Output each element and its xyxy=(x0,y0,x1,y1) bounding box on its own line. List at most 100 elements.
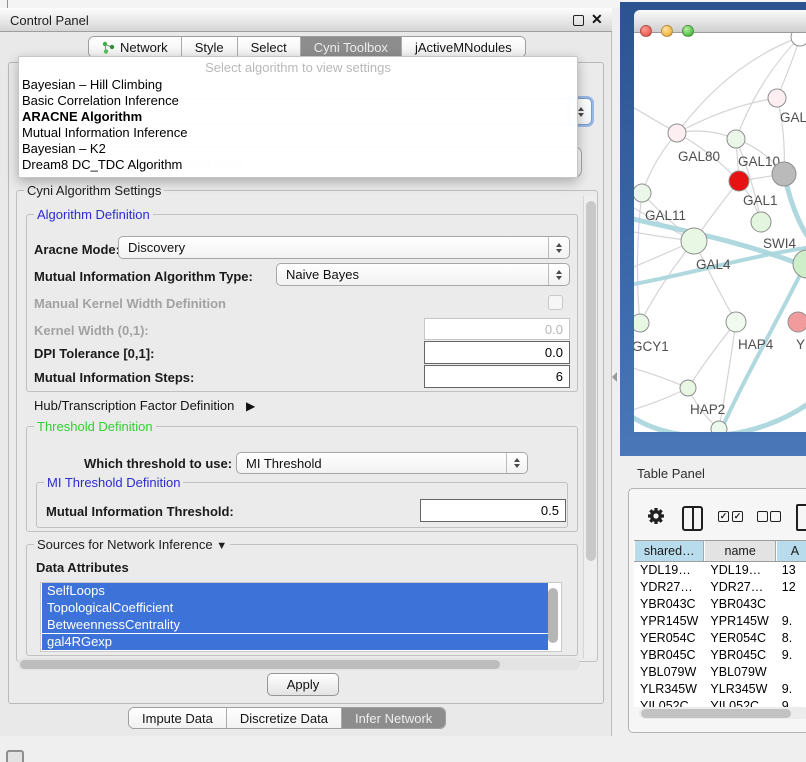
table-cell xyxy=(776,664,806,681)
combobox-arrows-icon[interactable] xyxy=(548,264,569,285)
network-node-hap2[interactable] xyxy=(680,380,696,396)
network-graph-canvas[interactable]: GALGAL80GAL10GAL1GAL11SWI4GAL4HAP4YGCY1H… xyxy=(634,33,806,432)
network-node-label: HAP4 xyxy=(738,337,774,352)
data-attribute-item-gal4rgexp[interactable]: gal4RGexp xyxy=(42,634,548,651)
tab-network[interactable]: Network xyxy=(89,37,182,57)
table-cell: YBR043C xyxy=(634,596,704,613)
data-attribute-item-topologicalcoefficient[interactable]: TopologicalCoefficient xyxy=(42,600,548,617)
expander-collapsed-icon[interactable]: ▶ xyxy=(246,399,255,413)
float-window-icon[interactable] xyxy=(573,15,584,26)
algorithm-option-bayesian-hill-climbing[interactable]: Bayesian – Hill Climbing xyxy=(19,77,577,93)
tab-jactivemnodules[interactable]: jActiveMNodules xyxy=(402,37,525,57)
list-scrollbar-thumb[interactable] xyxy=(548,588,558,643)
manual-kernel-width-checkbox[interactable] xyxy=(548,295,563,310)
mi-steps-label: Mutual Information Steps: xyxy=(34,370,194,385)
aracne-mode-combobox[interactable]: Discovery xyxy=(118,236,570,259)
table-row[interactable]: YBR045CYBR045C9. xyxy=(634,647,806,664)
kernel-width-field[interactable]: 0.0 xyxy=(424,318,570,340)
combobox-arrows-icon[interactable] xyxy=(548,237,569,258)
network-node-gcy1[interactable] xyxy=(634,314,649,332)
mi-threshold-definition-title: MI Threshold Definition xyxy=(44,475,183,490)
tab-label: Network xyxy=(120,40,168,55)
select-all-checkbox-icon[interactable]: ✓ xyxy=(718,511,729,522)
mi-threshold-field[interactable]: 0.5 xyxy=(420,499,566,522)
table-horizontal-scrollbar[interactable] xyxy=(639,707,806,719)
data-attributes-label: Data Attributes xyxy=(36,560,129,575)
network-node-gal80[interactable] xyxy=(668,124,686,142)
tab-infer-network[interactable]: Infer Network xyxy=(342,708,445,728)
table-cell: 13 xyxy=(776,562,806,579)
tab-cyni-toolbox[interactable]: Cyni Toolbox xyxy=(301,37,402,57)
dpi-tolerance-field[interactable]: 0.0 xyxy=(424,341,570,364)
network-window-titlebar[interactable] xyxy=(634,10,806,33)
table-row[interactable]: YBR043CYBR043C xyxy=(634,596,806,613)
table-row[interactable]: YDR27…YDR27…12 xyxy=(634,579,806,596)
close-icon[interactable]: ✕ xyxy=(591,11,603,28)
gear-icon[interactable] xyxy=(646,506,666,526)
algorithm-option-dream8-dc-tdc-algorithm[interactable]: Dream8 DC_TDC Algorithm xyxy=(19,157,577,173)
network-node-hap4[interactable] xyxy=(726,312,746,332)
which-threshold-combobox[interactable]: MI Threshold xyxy=(236,452,528,474)
network-node-label: Y xyxy=(796,337,805,352)
docked-window-icon[interactable] xyxy=(6,750,24,762)
select-all-checkbox-icon[interactable]: ✓ xyxy=(732,511,743,522)
document-icon[interactable] xyxy=(796,504,806,531)
network-node[interactable] xyxy=(793,250,806,278)
tab-label: Impute Data xyxy=(142,711,213,726)
network-node[interactable] xyxy=(772,162,796,186)
scrollbar-thumb[interactable] xyxy=(20,660,500,669)
table-row[interactable]: YER054CYER054C8. xyxy=(634,630,806,647)
algorithm-option-basic-correlation-inference[interactable]: Basic Correlation Inference xyxy=(19,93,577,109)
table-row[interactable]: YDL19…YDL19…13 xyxy=(634,562,806,579)
split-columns-icon[interactable] xyxy=(682,506,703,531)
data-attribute-item-selfloops[interactable]: SelfLoops xyxy=(42,583,548,600)
network-node-y[interactable] xyxy=(788,312,806,332)
table-row[interactable]: YBL079WYBL079W xyxy=(634,664,806,681)
network-node-gal10[interactable] xyxy=(727,130,745,148)
table-cell: YDR27… xyxy=(634,579,704,596)
scrollbar-thumb[interactable] xyxy=(641,709,791,718)
network-node-swi4[interactable] xyxy=(751,212,771,232)
algorithm-option-mutual-information-inference[interactable]: Mutual Information Inference xyxy=(19,125,577,141)
table-row[interactable]: YPR145WYPR145W9. xyxy=(634,613,806,630)
table-row[interactable]: YLR345WYLR345W9. xyxy=(634,681,806,698)
mi-steps-field[interactable]: 6 xyxy=(424,365,570,388)
tab-style[interactable]: Style xyxy=(182,37,238,57)
network-edge xyxy=(642,133,677,193)
kernel-width-label: Kernel Width (0,1): xyxy=(34,323,149,338)
scrollbar-thumb[interactable] xyxy=(586,201,596,561)
data-attribute-item-betweennesscentrality[interactable]: BetweennessCentrality xyxy=(42,617,548,634)
network-node-gal11[interactable] xyxy=(634,184,651,202)
tab-discretize-data[interactable]: Discretize Data xyxy=(227,708,342,728)
expander-expanded-icon[interactable]: ▼ xyxy=(216,540,227,552)
splitter-handle-icon[interactable] xyxy=(612,372,617,382)
table-row[interactable]: YIL052CYIL052C9 xyxy=(634,698,806,707)
algorithm-option-bayesian-k2[interactable]: Bayesian – K2 xyxy=(19,141,577,157)
network-node-gal4[interactable] xyxy=(681,228,707,254)
apply-button[interactable]: Apply xyxy=(267,673,339,696)
algorithm-option-aracne-algorithm[interactable]: ARACNE Algorithm xyxy=(19,109,577,125)
deselect-checkbox-icon[interactable] xyxy=(770,511,781,522)
table-cell: YER054C xyxy=(634,630,704,647)
deselect-checkbox-icon[interactable] xyxy=(757,511,768,522)
column-header-name[interactable]: name xyxy=(704,541,775,561)
tab-impute-data[interactable]: Impute Data xyxy=(129,708,227,728)
data-attributes-list[interactable]: SelfLoopsTopologicalCoefficientBetweenne… xyxy=(40,582,562,652)
network-node-gal[interactable] xyxy=(768,89,786,107)
table-cell: YLR345W xyxy=(704,681,775,698)
mi-algorithm-type-combobox[interactable]: Naive Bayes xyxy=(276,263,570,286)
algorithm-definition-title: Algorithm Definition xyxy=(34,207,153,222)
settings-horizontal-scrollbar[interactable] xyxy=(18,658,580,670)
settings-vertical-scrollbar[interactable] xyxy=(583,196,597,658)
tab-select[interactable]: Select xyxy=(238,37,301,57)
network-node-gal1[interactable] xyxy=(729,171,749,191)
network-node-label: HAP2 xyxy=(690,402,725,417)
network-icon xyxy=(102,41,115,54)
cyni-mode-tabs: Impute Data Discretize DataInfer Network xyxy=(128,707,446,729)
table-cell: YBL079W xyxy=(634,664,704,681)
column-header-shared[interactable]: shared… xyxy=(634,541,704,561)
network-node[interactable] xyxy=(711,421,727,432)
column-header-a[interactable]: A xyxy=(776,541,806,561)
hub-transcription-factor-expander[interactable]: Hub/Transcription Factor Definition ▶ xyxy=(34,398,255,413)
combobox-arrows-icon[interactable] xyxy=(506,453,527,473)
